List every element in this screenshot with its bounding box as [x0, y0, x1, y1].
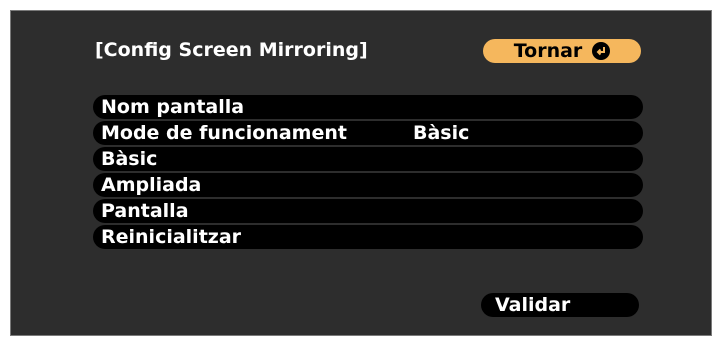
back-button-label: Tornar	[513, 40, 583, 62]
validate-button[interactable]: Validar	[481, 293, 639, 317]
menu-item-label: Pantalla	[101, 200, 189, 222]
enter-icon	[592, 42, 611, 60]
validate-button-label: Validar	[495, 294, 571, 316]
menu-item-label: Nom pantalla	[101, 96, 245, 118]
menu-item-nom-pantalla[interactable]: Nom pantalla	[93, 95, 643, 119]
menu-item-basic[interactable]: Bàsic	[93, 147, 643, 171]
menu-item-label: Mode de funcionament	[101, 122, 347, 144]
mode-value: Bàsic	[413, 122, 470, 144]
menu-item-label: Reinicialitzar	[101, 226, 242, 248]
menu-item-reinicialitzar[interactable]: Reinicialitzar	[93, 225, 643, 249]
projector-menu-screen: [Config Screen Mirroring] Tornar Nom pan…	[10, 10, 712, 336]
menu-item-label: Bàsic	[101, 148, 158, 170]
settings-menu: Nom pantalla Mode de funcionament Bàsic …	[93, 95, 643, 251]
menu-item-label: Ampliada	[101, 174, 202, 196]
menu-item-ampliada[interactable]: Ampliada	[93, 173, 643, 197]
menu-title: [Config Screen Mirroring]	[95, 39, 368, 61]
back-button[interactable]: Tornar	[483, 39, 641, 63]
menu-item-mode-funcionament[interactable]: Mode de funcionament Bàsic	[93, 121, 643, 145]
menu-item-pantalla[interactable]: Pantalla	[93, 199, 643, 223]
